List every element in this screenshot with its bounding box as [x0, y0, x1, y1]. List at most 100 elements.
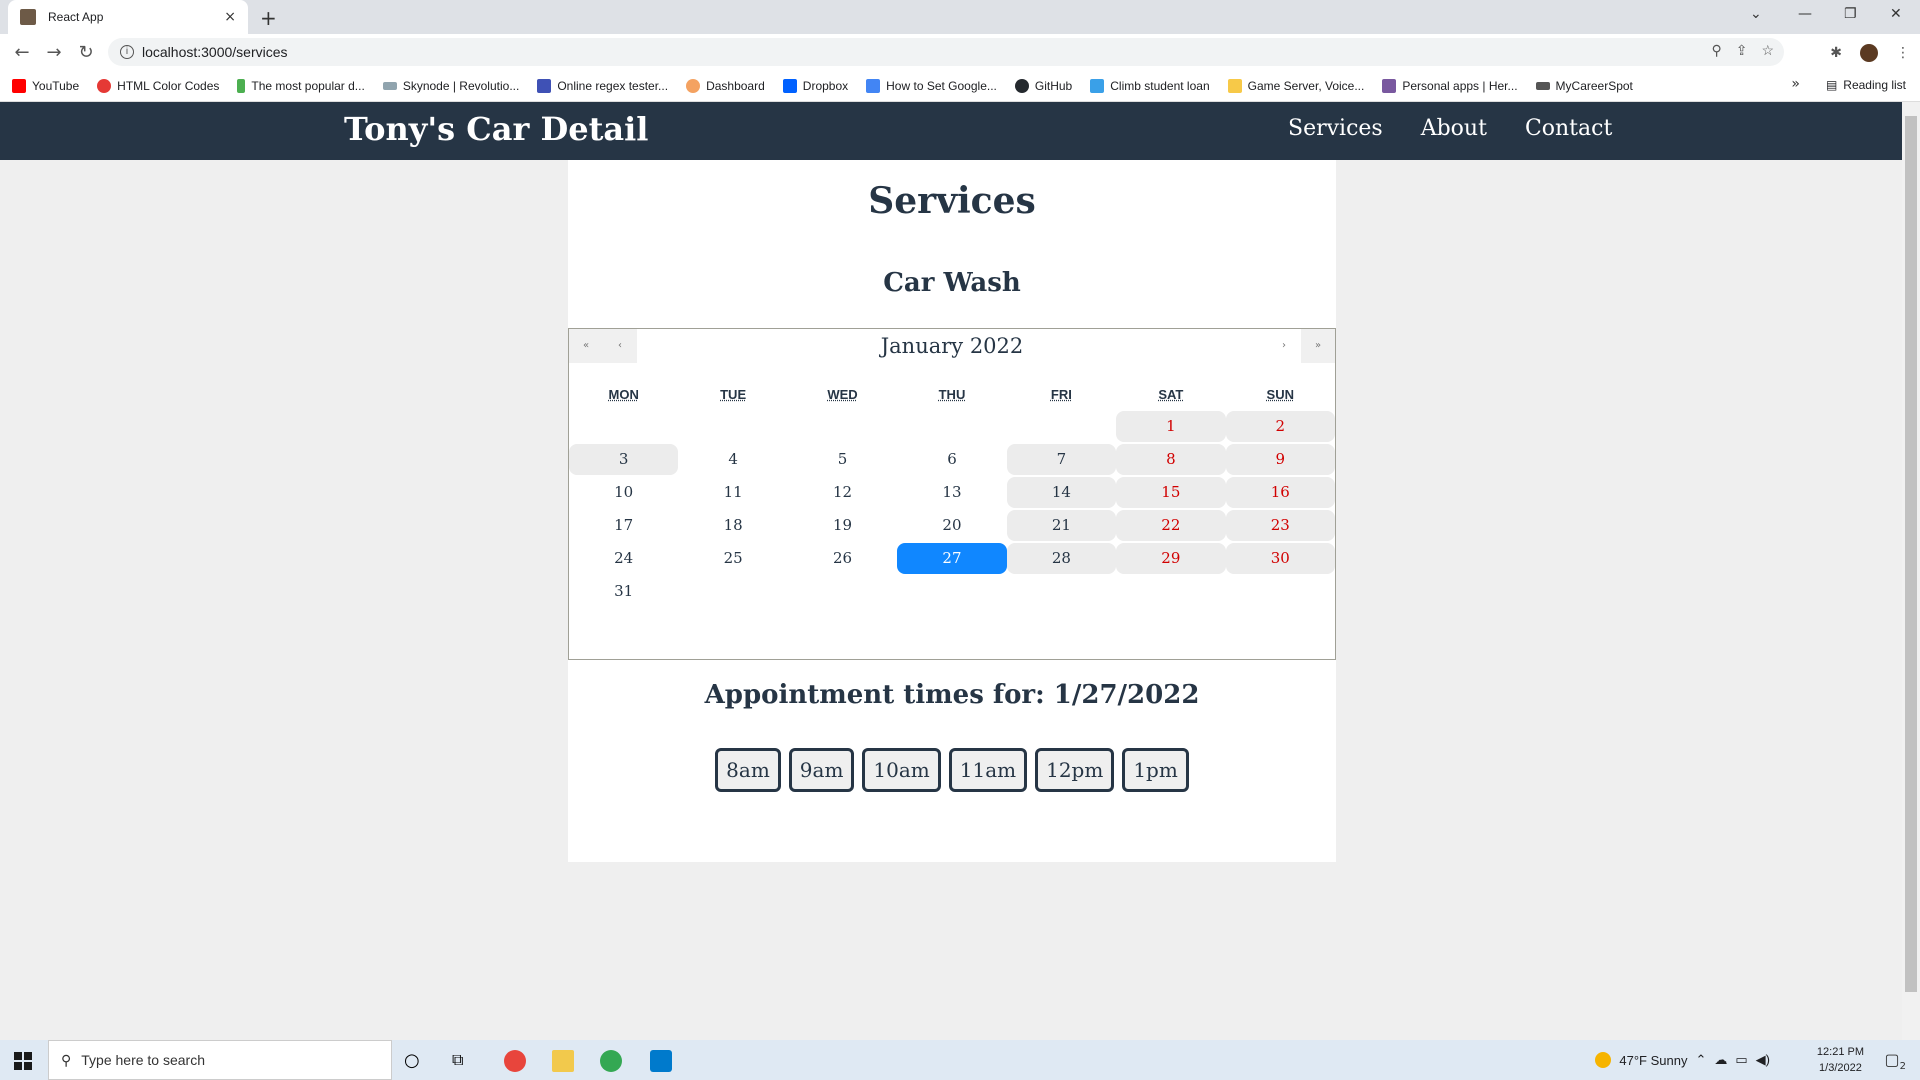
zoom-icon[interactable]: ⚲	[1711, 42, 1721, 59]
calendar-day[interactable]: 7	[1006, 444, 1117, 475]
time-slot-button[interactable]: 8am	[715, 748, 781, 792]
tab-search-icon[interactable]: ⌄	[1750, 6, 1762, 22]
nav-link-services[interactable]: Services	[1288, 116, 1383, 141]
new-tab-button[interactable]: +	[260, 6, 277, 30]
bookmark-item[interactable]: Dropbox	[782, 78, 848, 93]
next-month-button[interactable]: ›	[1267, 329, 1301, 363]
reading-list-button[interactable]: ▤ Reading list	[1826, 78, 1906, 92]
share-icon[interactable]: ⇪	[1736, 42, 1748, 59]
taskbar-clock[interactable]: 12:21 PM 1/3/2022	[1817, 1044, 1864, 1076]
brand-logo[interactable]: Tony's Car Detail	[344, 110, 648, 148]
calendar-day[interactable]: 14	[1006, 477, 1117, 508]
calendar-day[interactable]: 25	[678, 543, 787, 574]
extensions-icon[interactable]: ✱	[1830, 45, 1842, 61]
bookmark-item[interactable]: Skynode | Revolutio...	[382, 79, 519, 93]
bookmark-item[interactable]: MyCareerSpot	[1535, 79, 1633, 93]
network-icon[interactable]: ▭	[1735, 1052, 1747, 1068]
calendar-day[interactable]: 2	[1225, 411, 1335, 442]
browser-tab[interactable]: React App ×	[8, 0, 248, 34]
notification-center-icon[interactable]: ▢2	[1885, 1050, 1907, 1072]
time-slot-button[interactable]: 12pm	[1035, 748, 1115, 792]
bookmarks-overflow-icon[interactable]: »	[1791, 76, 1800, 92]
calendar-day[interactable]: 17	[569, 510, 678, 541]
calendar-day[interactable]: 5	[788, 444, 897, 475]
calendar-day[interactable]: 24	[569, 543, 678, 574]
calendar-day[interactable]: 30	[1225, 543, 1335, 574]
calendar-day[interactable]: 3	[569, 444, 679, 475]
calendar-day[interactable]: 21	[1006, 510, 1117, 541]
tab-close-icon[interactable]: ×	[224, 9, 236, 25]
calendar-day[interactable]: 20	[897, 510, 1006, 541]
windows-start-icon[interactable]	[14, 1052, 32, 1070]
calendar-day[interactable]: 11	[678, 477, 787, 508]
forward-icon[interactable]: →	[38, 42, 70, 63]
close-window-icon[interactable]: ✕	[1890, 6, 1902, 22]
bookmark-item[interactable]: Game Server, Voice...	[1227, 78, 1364, 93]
calendar-day[interactable]: 10	[569, 477, 678, 508]
task-view-icon[interactable]: ⧉	[452, 1050, 474, 1072]
calendar-day[interactable]: 15	[1116, 477, 1226, 508]
calendar-day[interactable]: 1	[1116, 411, 1226, 442]
bookmark-item[interactable]: Online regex tester...	[537, 78, 668, 93]
cortana-icon[interactable]: ○	[404, 1050, 426, 1072]
time-slot-button[interactable]: 9am	[788, 748, 855, 792]
tab-title: React App	[48, 10, 104, 24]
bookmark-item[interactable]: Dashboard	[686, 78, 765, 93]
volume-icon[interactable]: ◀)	[1756, 1052, 1770, 1068]
calendar-day[interactable]: 18	[678, 510, 787, 541]
calendar-day[interactable]: 29	[1116, 543, 1226, 574]
reading-list-icon: ▤	[1825, 78, 1838, 92]
time-slot-button[interactable]: 1pm	[1122, 748, 1189, 792]
taskbar-search-input[interactable]: ⚲ Type here to search	[48, 1040, 392, 1080]
calendar-day[interactable]: 4	[678, 444, 787, 475]
page-scrollbar[interactable]	[1902, 102, 1920, 1040]
back-icon[interactable]: ←	[6, 42, 38, 63]
calendar-day[interactable]: 26	[788, 543, 897, 574]
bookmark-item[interactable]: GitHub	[1014, 78, 1072, 93]
html-color-codes-icon	[97, 78, 112, 93]
chrome-profile-icon[interactable]	[504, 1050, 526, 1072]
site-info-icon[interactable]: i	[120, 45, 134, 59]
bookmark-item[interactable]: HTML Color Codes	[97, 78, 219, 93]
bookmark-item[interactable]: Personal apps | Her...	[1382, 78, 1518, 93]
time-slot-button[interactable]: 11am	[948, 748, 1028, 792]
calendar-day[interactable]: 9	[1225, 444, 1335, 475]
nav-link-about[interactable]: About	[1421, 116, 1487, 141]
profile-avatar[interactable]	[1860, 44, 1878, 62]
weather-text[interactable]: 47°F Sunny	[1619, 1053, 1687, 1068]
time-slot-list: 8am 9am 10am 11am 12pm 1pm	[568, 748, 1336, 792]
next-year-button[interactable]: »	[1301, 329, 1335, 363]
bookmark-item[interactable]: How to Set Google...	[866, 78, 997, 93]
restore-icon[interactable]: ❐	[1844, 6, 1857, 22]
calendar-day[interactable]: 12	[788, 477, 897, 508]
onedrive-icon[interactable]: ☁	[1714, 1052, 1727, 1068]
chrome-icon[interactable]	[600, 1050, 622, 1072]
bookmark-item[interactable]: YouTube	[12, 78, 79, 93]
calendar-month-label[interactable]: January 2022	[569, 329, 1335, 363]
calendar-day[interactable]: 23	[1225, 510, 1335, 541]
scrollbar-thumb[interactable]	[1905, 116, 1917, 992]
calendar-day[interactable]: 19	[788, 510, 897, 541]
time-slot-button[interactable]: 10am	[862, 748, 941, 792]
calendar-day[interactable]: 13	[897, 477, 1006, 508]
nav-link-contact[interactable]: Contact	[1525, 116, 1612, 141]
calendar-day[interactable]: 28	[1006, 543, 1117, 574]
address-bar[interactable]: i localhost:3000/services ⚲ ⇪ ☆	[108, 38, 1784, 66]
bookmark-item[interactable]: The most popular d...	[237, 78, 365, 93]
calendar-day[interactable]: 16	[1225, 477, 1335, 508]
minimize-icon[interactable]: —	[1798, 6, 1812, 22]
calendar-day[interactable]: 6	[897, 444, 1006, 475]
file-explorer-icon[interactable]	[552, 1050, 574, 1072]
url-text: localhost:3000/services	[142, 44, 288, 60]
calendar-day-selected[interactable]: 27	[897, 543, 1007, 574]
calendar-day[interactable]: 8	[1116, 444, 1226, 475]
vscode-icon[interactable]	[650, 1050, 672, 1072]
calendar-day[interactable]: 22	[1116, 510, 1226, 541]
tray-overflow-icon[interactable]: ⌃	[1695, 1052, 1706, 1068]
bookmark-item[interactable]: Climb student loan	[1090, 78, 1210, 93]
menu-kebab-icon[interactable]: ⋮	[1896, 45, 1910, 61]
reload-icon[interactable]: ↻	[70, 42, 102, 63]
bookmark-star-icon[interactable]: ☆	[1761, 42, 1774, 59]
calendar-day[interactable]: 31	[569, 576, 678, 607]
weekday-fri: FRI	[1050, 387, 1072, 402]
